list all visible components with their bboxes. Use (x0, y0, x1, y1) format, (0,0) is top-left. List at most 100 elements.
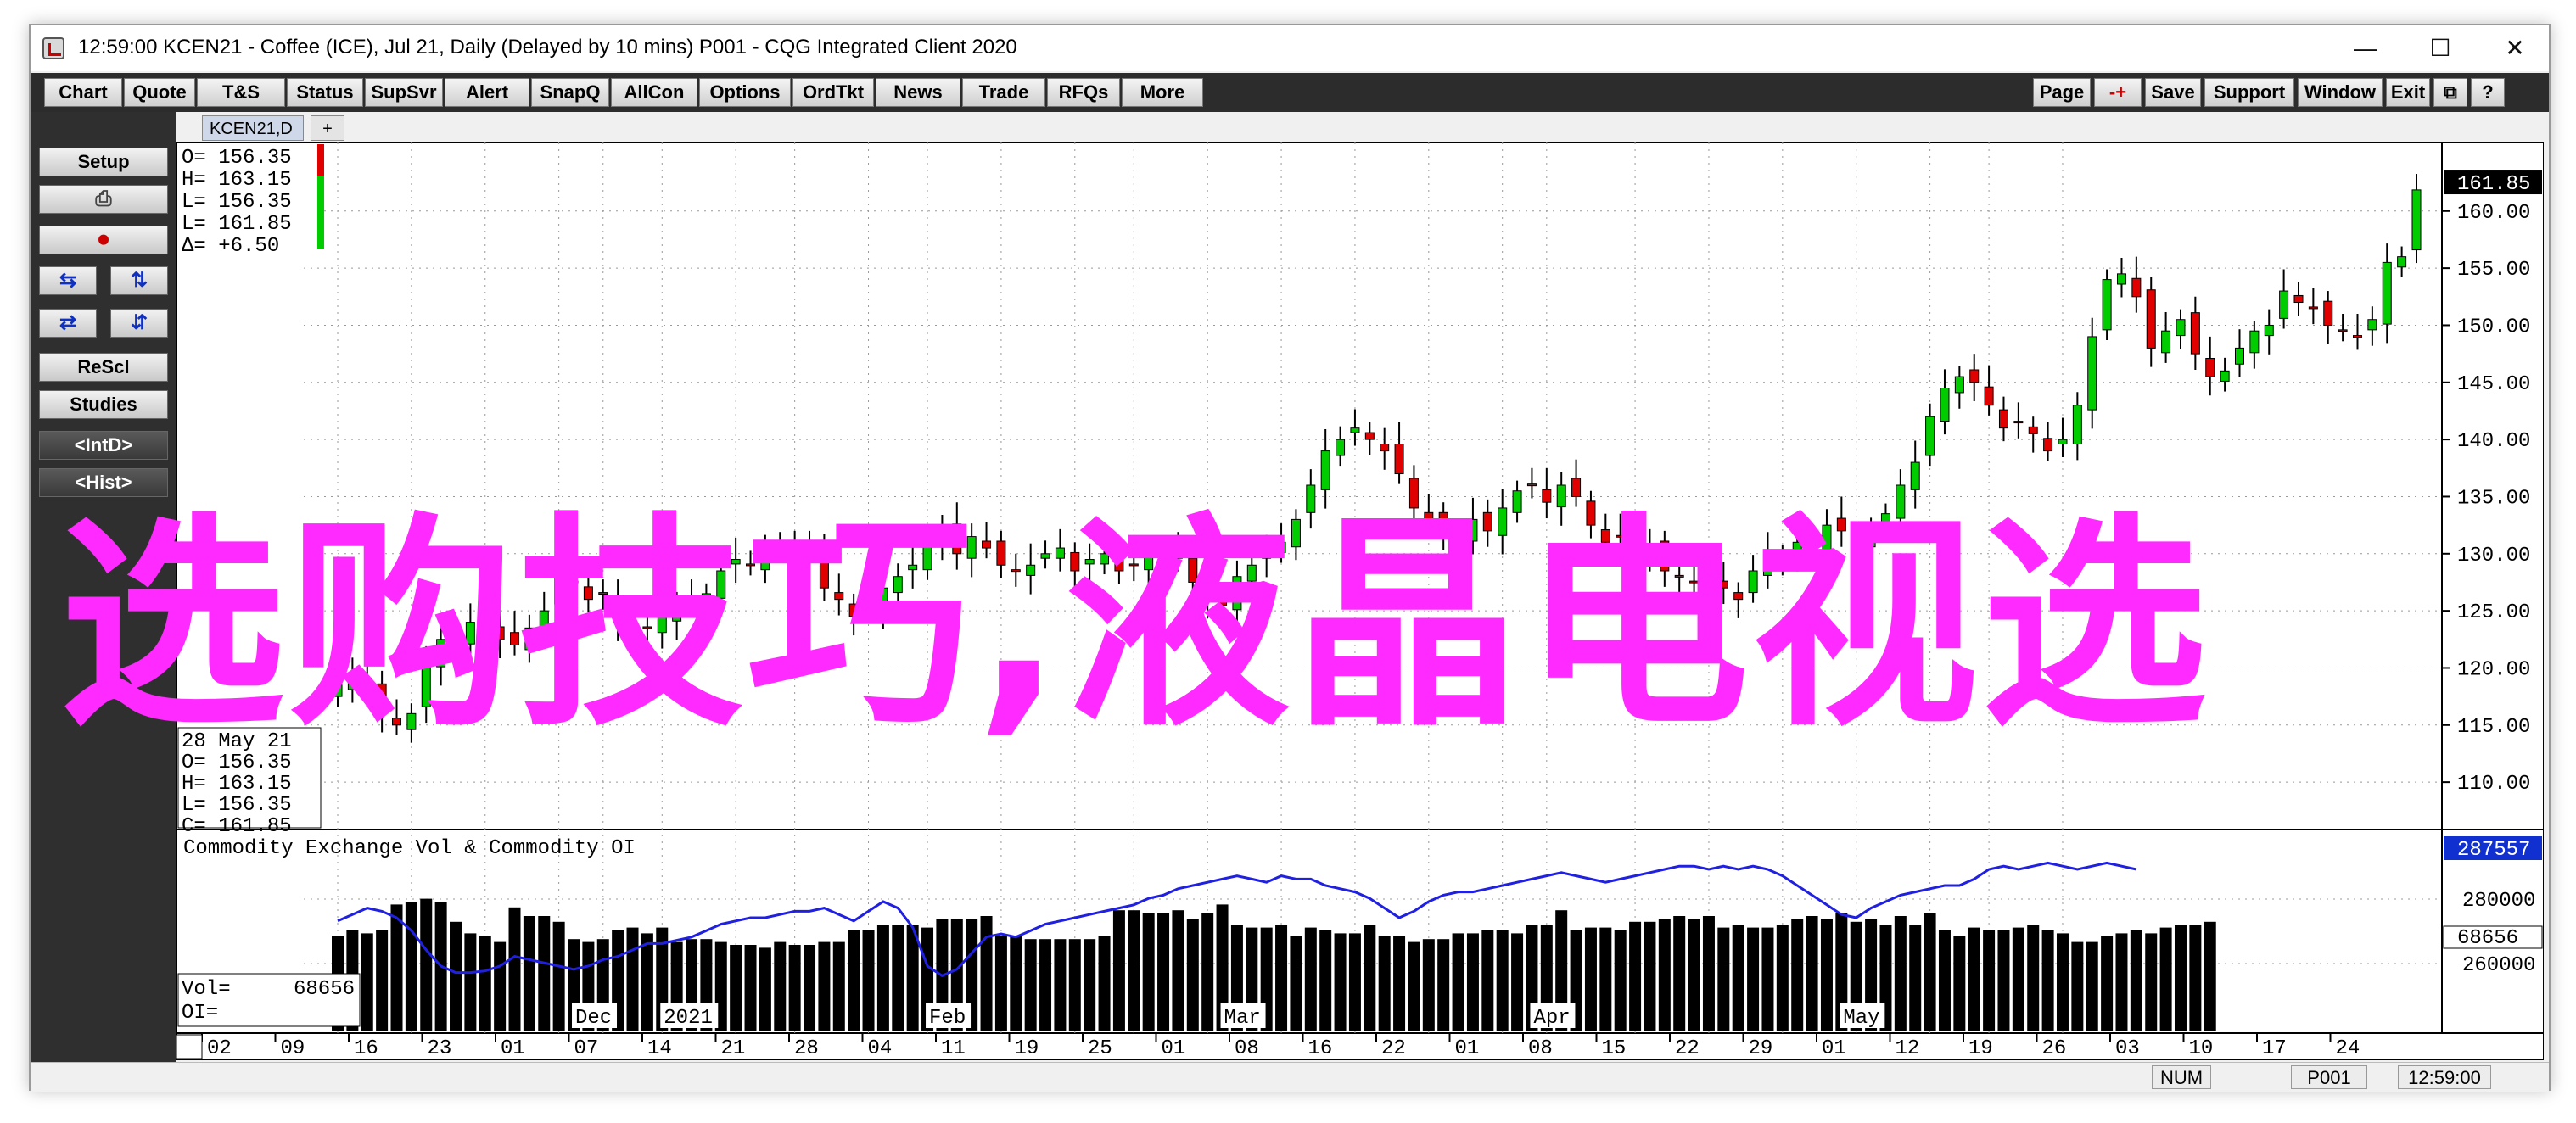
candle-down[interactable] (2338, 329, 2348, 332)
candle-down[interactable] (996, 540, 1006, 566)
candle-up[interactable] (1084, 559, 1095, 565)
candle-down[interactable] (1630, 540, 1640, 555)
candle-up[interactable] (1144, 547, 1154, 571)
candle-down[interactable] (1380, 444, 1390, 452)
candle-up[interactable] (2072, 405, 2082, 445)
candle-down[interactable] (451, 643, 461, 651)
candle-up[interactable] (1822, 524, 1832, 559)
candle-up[interactable] (1055, 547, 1065, 559)
toolbar-quote-button[interactable]: Quote (124, 78, 195, 107)
candle-down[interactable] (1364, 432, 1375, 440)
candle-up[interactable] (1320, 450, 1330, 490)
candle-up[interactable] (421, 662, 431, 707)
close-button[interactable]: ✕ (2478, 25, 2552, 71)
add-tab-button[interactable]: + (311, 115, 344, 141)
candle-up[interactable] (1748, 570, 1758, 594)
candle-down[interactable] (362, 678, 372, 691)
candle-down[interactable] (2131, 277, 2142, 298)
candle-up[interactable] (2058, 439, 2068, 445)
candle-down[interactable] (819, 546, 829, 589)
toolbar-status-button[interactable]: Status (287, 78, 363, 107)
candle-down[interactable] (1202, 586, 1212, 601)
toolbar-help-button[interactable]: ? (2471, 78, 2505, 107)
candle-down[interactable] (1158, 551, 1168, 566)
candle-down[interactable] (2043, 438, 2053, 452)
candle-down[interactable] (1482, 511, 1492, 532)
candle-down[interactable] (1586, 500, 1596, 526)
minimize-button[interactable]: — (2328, 25, 2403, 71)
candle-up[interactable] (1232, 576, 1242, 611)
candle-up[interactable] (480, 622, 490, 628)
candle-up[interactable] (1291, 518, 1301, 548)
candle-up[interactable] (922, 541, 932, 571)
candle-up[interactable] (2397, 256, 2407, 268)
candle-up[interactable] (1925, 416, 1935, 456)
candle-down[interactable] (1807, 546, 1817, 555)
toolbar-support-button[interactable]: Support (2204, 78, 2294, 107)
title-bar[interactable]: 12:59:00 KCEN21 - Coffee (ICE), Jul 21, … (31, 25, 2549, 71)
candle-down[interactable] (1128, 563, 1139, 567)
candle-up[interactable] (1262, 547, 1272, 559)
candle-down[interactable] (1218, 592, 1228, 606)
candle-down[interactable] (1616, 534, 1626, 538)
candle-up[interactable] (1866, 536, 1876, 548)
candle-down[interactable] (2308, 306, 2318, 310)
candle-down[interactable] (1114, 557, 1124, 572)
candle-down[interactable] (1969, 369, 1980, 383)
candle-up[interactable] (1512, 490, 1522, 513)
candle-down[interactable] (1453, 534, 1464, 538)
candle-up[interactable] (554, 576, 564, 605)
candle-up[interactable] (2176, 319, 2186, 337)
toolbar-trade-button[interactable]: Trade (962, 78, 1045, 107)
candle-up[interactable] (1040, 553, 1050, 559)
candle-down[interactable] (377, 683, 387, 714)
pan-horizontal-button[interactable]: ⇆ (39, 266, 97, 295)
chart-area[interactable]: 160.00 155.00 150.00 145.00 140.00 135.00 130.… (176, 142, 2544, 1060)
candle-down[interactable] (2013, 421, 2024, 424)
candle-down[interactable] (790, 546, 800, 550)
candle-up[interactable] (1762, 553, 1772, 576)
setup-button[interactable]: Setup (39, 148, 168, 176)
historical-button[interactable]: <Hist> (39, 468, 168, 497)
candle-up[interactable] (657, 616, 667, 634)
candle-down[interactable] (568, 580, 579, 584)
candle-down[interactable] (2028, 426, 2038, 434)
toolbar-exit-button[interactable]: Exit (2386, 78, 2430, 107)
candle-down[interactable] (583, 586, 593, 601)
candle-up[interactable] (2234, 347, 2244, 365)
candle-up[interactable] (2116, 273, 2126, 285)
candle-down[interactable] (392, 718, 402, 726)
candle-down[interactable] (642, 626, 652, 629)
candle-up[interactable] (893, 576, 903, 594)
candle-down[interactable] (495, 626, 505, 640)
candle-up[interactable] (2264, 324, 2274, 337)
candle-up[interactable] (406, 712, 417, 730)
candle-up[interactable] (878, 587, 888, 617)
candle-down[interactable] (746, 563, 756, 567)
candle-down[interactable] (1394, 444, 1404, 475)
zoom-horizontal-button[interactable]: ⇄ (39, 309, 97, 338)
candle-up[interactable] (1880, 513, 1890, 531)
studies-button[interactable]: Studies (39, 390, 168, 419)
candle-down[interactable] (1070, 551, 1080, 572)
candle-up[interactable] (1498, 507, 1508, 536)
candle-down[interactable] (598, 592, 608, 595)
candle-up[interactable] (539, 610, 549, 634)
maximize-button[interactable]: ☐ (2403, 25, 2478, 71)
candle-down[interactable] (1600, 529, 1610, 543)
candle-down[interactable] (1778, 557, 1788, 561)
chart-svg[interactable]: 160.00 155.00 150.00 145.00 140.00 135.00 130.… (176, 142, 2544, 1060)
print-button[interactable]: ⎙ (39, 185, 168, 214)
candle-up[interactable] (1940, 388, 1950, 422)
candle-down[interactable] (1718, 580, 1728, 589)
candle-up[interactable] (2411, 189, 2422, 251)
candle-up[interactable] (2367, 319, 2377, 331)
candle-up[interactable] (2102, 279, 2112, 331)
candle-up[interactable] (1792, 541, 1802, 553)
candle-down[interactable] (848, 603, 859, 617)
rescale-button[interactable]: ReScl (39, 353, 168, 382)
candle-down[interactable] (1011, 569, 1021, 573)
candle-up[interactable] (2279, 290, 2289, 319)
toolbar-rfqs-button[interactable]: RFQs (1047, 78, 1120, 107)
toolbar-save-button[interactable]: Save (2145, 78, 2201, 107)
